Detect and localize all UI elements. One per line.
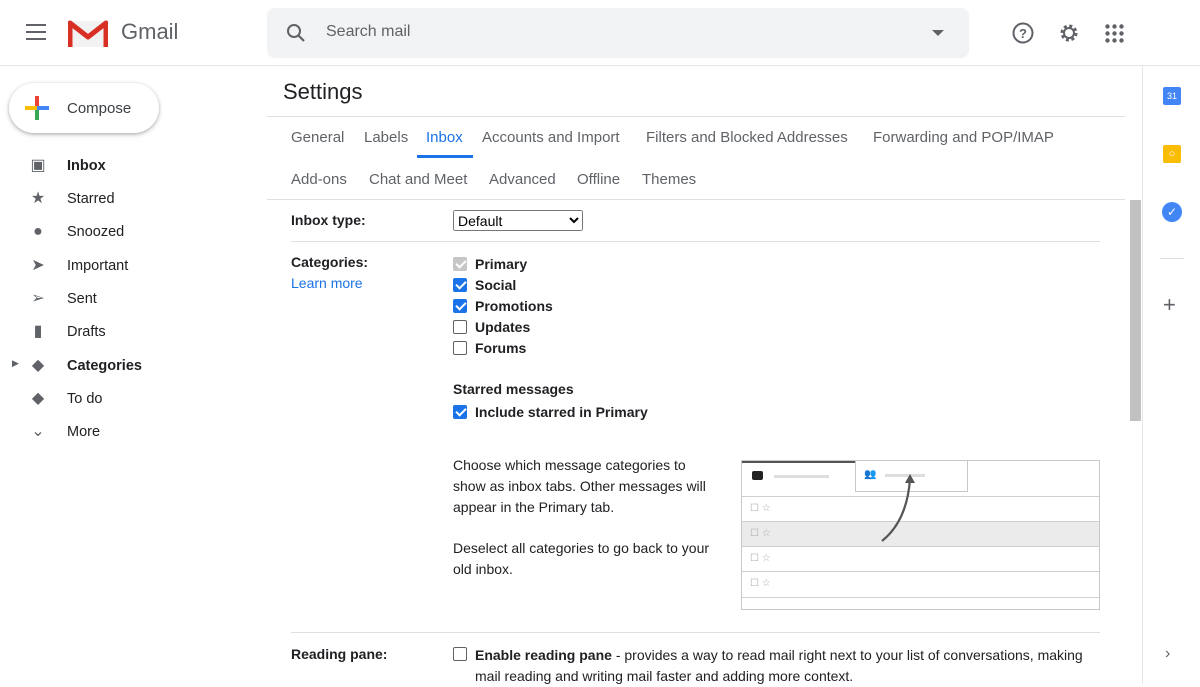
categories-description: Choose which message categories to show … (453, 457, 706, 515)
search-bar[interactable]: Search mail (267, 8, 969, 58)
scrollbar-thumb[interactable] (1130, 200, 1141, 421)
page-title: Settings (283, 79, 363, 104)
sidebar-item-drafts[interactable]: ▮ Drafts (0, 316, 260, 348)
settings-gear-icon[interactable] (1058, 22, 1080, 44)
draft-icon: ▮ (33, 323, 43, 340)
important-icon: ➤ (31, 257, 45, 274)
sidebar-item-label: Drafts (67, 324, 106, 340)
tab-themes[interactable]: Themes (642, 171, 696, 188)
sidebar-item-label: To do (67, 391, 103, 407)
app-name: Gmail (121, 19, 179, 44)
learn-more-link[interactable]: Learn more (291, 275, 363, 291)
reading-pane-checkbox[interactable] (453, 647, 467, 661)
expand-panel-chevron-icon[interactable]: › (1165, 645, 1170, 663)
main-menu-icon[interactable] (26, 24, 48, 42)
tab-add-ons[interactable]: Add-ons (291, 171, 347, 188)
primary-label: Primary (475, 256, 528, 272)
sidebar-item-label: Starred (67, 191, 115, 207)
updates-checkbox[interactable] (453, 320, 467, 334)
gmail-logo-icon[interactable] (68, 19, 108, 49)
chevron-down-icon: ⌄ (31, 423, 45, 440)
expand-arrow-icon[interactable]: ▶ (12, 358, 19, 369)
sidebar-item-categories[interactable]: ▶ ◆ Categories (0, 350, 260, 382)
compose-label: Compose (67, 100, 132, 117)
compose-plus-icon (25, 96, 49, 120)
clock-icon: ● (33, 223, 43, 240)
sidebar-item-label: Inbox (67, 158, 106, 174)
updates-label: Updates (475, 319, 531, 335)
inbox-tab-icon (752, 471, 763, 480)
tab-labels[interactable]: Labels (364, 129, 408, 146)
deselect-description: Deselect all categories to go back to yo… (453, 540, 710, 577)
search-icon[interactable] (286, 23, 306, 43)
inbox-type-label: Inbox type: (291, 212, 366, 228)
svg-text:?: ? (1019, 26, 1027, 41)
search-input[interactable]: Search mail (326, 23, 410, 41)
top-bar: Gmail Search mail ? (0, 0, 1200, 66)
sidebar-item-sent[interactable]: ➢ Sent (0, 283, 260, 315)
tab-filters[interactable]: Filters and Blocked Addresses (646, 129, 848, 146)
sidebar-item-label: Important (67, 258, 129, 274)
sidebar-item-more[interactable]: ⌄ More (0, 416, 260, 448)
social-label: Social (475, 277, 517, 293)
forums-checkbox[interactable] (453, 341, 467, 355)
keep-icon[interactable]: ○ (1163, 145, 1181, 163)
tab-inbox[interactable]: Inbox (426, 129, 463, 146)
apps-grid-icon[interactable] (1105, 24, 1124, 43)
tab-forwarding[interactable]: Forwarding and POP/IMAP (873, 129, 1054, 146)
sidebar-item-label: Snoozed (67, 224, 125, 240)
send-icon: ➢ (31, 290, 45, 307)
compose-button[interactable]: Compose (9, 83, 159, 133)
sidebar-item-important[interactable]: ➤ Important (0, 250, 260, 282)
sidebar-item-starred[interactable]: ★ Starred (0, 183, 260, 215)
add-addon-icon[interactable]: + (1163, 292, 1176, 318)
tab-accounts-and-import[interactable]: Accounts and Import (482, 129, 620, 146)
tab-chat-and-meet[interactable]: Chat and Meet (369, 171, 467, 188)
reading-pane-label: Reading pane: (291, 646, 388, 662)
inbox-type-select[interactable]: Default (453, 210, 583, 231)
sidebar-item-inbox[interactable]: ▣ Inbox (0, 150, 260, 182)
tab-advanced[interactable]: Advanced (489, 171, 556, 188)
social-checkbox[interactable] (453, 278, 467, 292)
search-options-icon[interactable] (932, 30, 944, 37)
include-starred-checkbox[interactable] (453, 405, 467, 419)
sidebar-item-label: More (67, 424, 101, 440)
label-icon: ◆ (31, 390, 45, 407)
reading-pane-option: Enable reading pane (475, 647, 612, 663)
primary-checkbox (453, 257, 467, 271)
starred-messages-heading: Starred messages (453, 381, 574, 397)
tasks-icon[interactable]: ✓ (1162, 202, 1182, 222)
sidebar-item-label: Sent (67, 291, 97, 307)
forums-label: Forums (475, 340, 527, 356)
tab-offline[interactable]: Offline (577, 171, 620, 188)
active-tab-indicator (417, 155, 473, 158)
star-icon: ★ (30, 190, 46, 207)
arrow-icon (881, 474, 915, 542)
calendar-icon[interactable]: 31 (1163, 87, 1181, 105)
help-icon[interactable]: ? (1012, 22, 1034, 44)
sidebar-item-snoozed[interactable]: ● Snoozed (0, 216, 260, 248)
inbox-tabs-illustration: 👥 ☐ ☆ ☐ ☆ ☐ ☆ ☐ ☆ (741, 460, 1100, 610)
categories-label: Categories: (291, 254, 369, 270)
promotions-label: Promotions (475, 298, 553, 314)
label-icon: ◆ (31, 357, 45, 374)
include-starred-label: Include starred in Primary (475, 404, 648, 420)
tab-general[interactable]: General (291, 129, 344, 146)
sidebar-item-label: Categories (67, 358, 142, 374)
promotions-checkbox[interactable] (453, 299, 467, 313)
sidebar-item-todo[interactable]: ◆ To do (0, 383, 260, 415)
inbox-icon: ▣ (30, 157, 46, 174)
